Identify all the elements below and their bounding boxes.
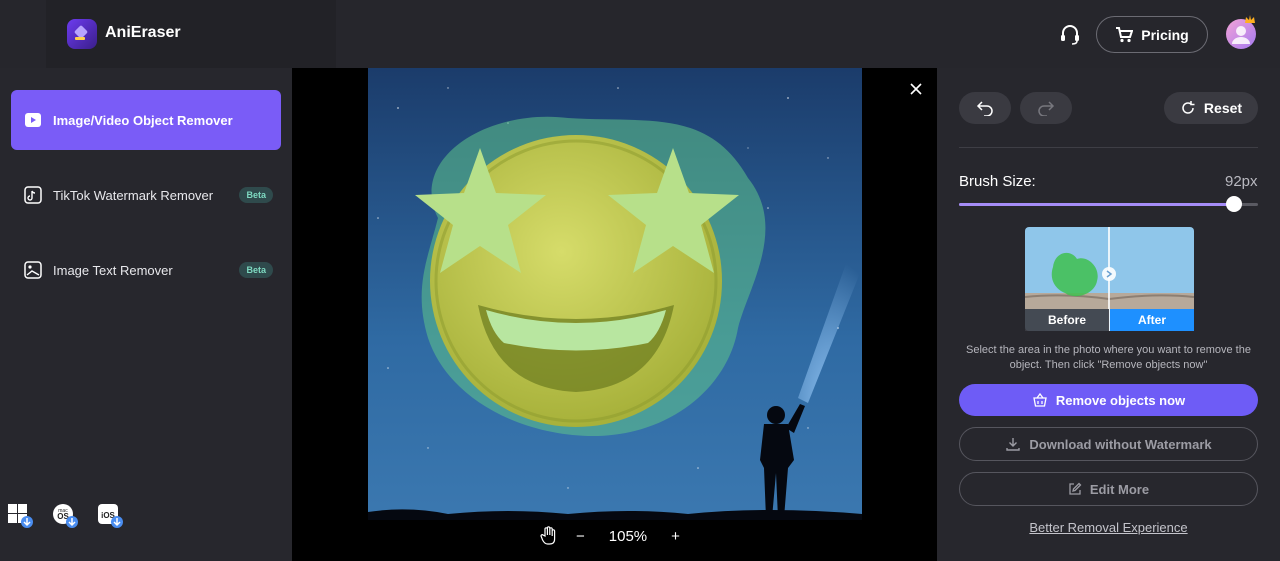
remove-objects-label: Remove objects now xyxy=(1055,392,1186,408)
zoom-out-button[interactable]: − xyxy=(576,528,585,545)
cart-icon xyxy=(1116,26,1134,42)
image-icon xyxy=(24,261,42,279)
canvas-area xyxy=(292,68,937,561)
instruction-text: Select the area in the photo where you w… xyxy=(966,344,1251,371)
sidebar-item-label: Image/Video Object Remover xyxy=(53,112,233,128)
reset-button[interactable]: Reset xyxy=(1164,92,1258,124)
brush-size-slider-thumb[interactable] xyxy=(1226,196,1242,212)
edit-more-label: Edit More xyxy=(1089,481,1150,497)
undo-button[interactable] xyxy=(959,92,1011,124)
download-button[interactable]: Download without Watermark xyxy=(959,427,1258,461)
preview-after-label: After xyxy=(1110,309,1194,331)
edit-more-button[interactable]: Edit More xyxy=(959,472,1258,506)
redo-icon xyxy=(1038,101,1055,116)
download-label: Download without Watermark xyxy=(1029,436,1212,452)
reset-icon xyxy=(1182,101,1195,114)
close-icon[interactable] xyxy=(908,81,924,97)
sidebar-item-object-remover[interactable]: Image/Video Object Remover xyxy=(11,90,281,150)
tiktok-icon xyxy=(24,186,42,204)
beta-badge: Beta xyxy=(239,187,273,203)
undo-icon xyxy=(976,101,993,116)
edit-image[interactable] xyxy=(368,68,862,520)
zoom-toolbar: − 105% + xyxy=(540,522,680,550)
pricing-label: Pricing xyxy=(1141,26,1189,43)
macos-download-icon[interactable]: mac OS xyxy=(52,503,78,529)
windows-download-icon[interactable] xyxy=(7,503,33,529)
zoom-in-button[interactable]: + xyxy=(671,528,680,545)
play-icon xyxy=(25,113,41,127)
zoom-level: 105% xyxy=(608,527,648,545)
redo-button[interactable] xyxy=(1020,92,1072,124)
ios-download-icon[interactable]: iOS xyxy=(97,503,123,529)
divider xyxy=(959,147,1258,148)
anieraser-logo-icon[interactable] xyxy=(67,19,97,49)
sidebar-item-image-text[interactable]: Image Text Remover Beta xyxy=(11,240,281,300)
hand-pan-icon[interactable] xyxy=(540,526,558,546)
better-removal-link[interactable]: Better Removal Experience xyxy=(959,520,1258,535)
support-headset-icon[interactable] xyxy=(1058,23,1082,47)
brush-size-slider-fill xyxy=(959,203,1234,206)
reset-label: Reset xyxy=(1203,100,1243,116)
download-icon xyxy=(1006,438,1021,451)
sidebar-item-tiktok-watermark[interactable]: TikTok Watermark Remover Beta xyxy=(11,165,281,225)
brush-size-label: Brush Size: xyxy=(959,173,1036,190)
brush-size-value: 92px xyxy=(1225,173,1258,190)
sidebar-item-label: Image Text Remover xyxy=(53,262,173,278)
basket-icon xyxy=(1033,392,1047,407)
sidebar-item-label: TikTok Watermark Remover xyxy=(53,187,214,203)
edit-icon xyxy=(1069,482,1082,495)
app-name: AniEraser xyxy=(105,24,181,41)
beta-badge: Beta xyxy=(239,262,273,278)
pricing-button[interactable]: Pricing xyxy=(1096,16,1208,53)
preview-before-label: Before xyxy=(1025,309,1109,331)
remove-objects-button[interactable]: Remove objects now xyxy=(959,384,1258,416)
crown-icon xyxy=(1245,15,1255,23)
